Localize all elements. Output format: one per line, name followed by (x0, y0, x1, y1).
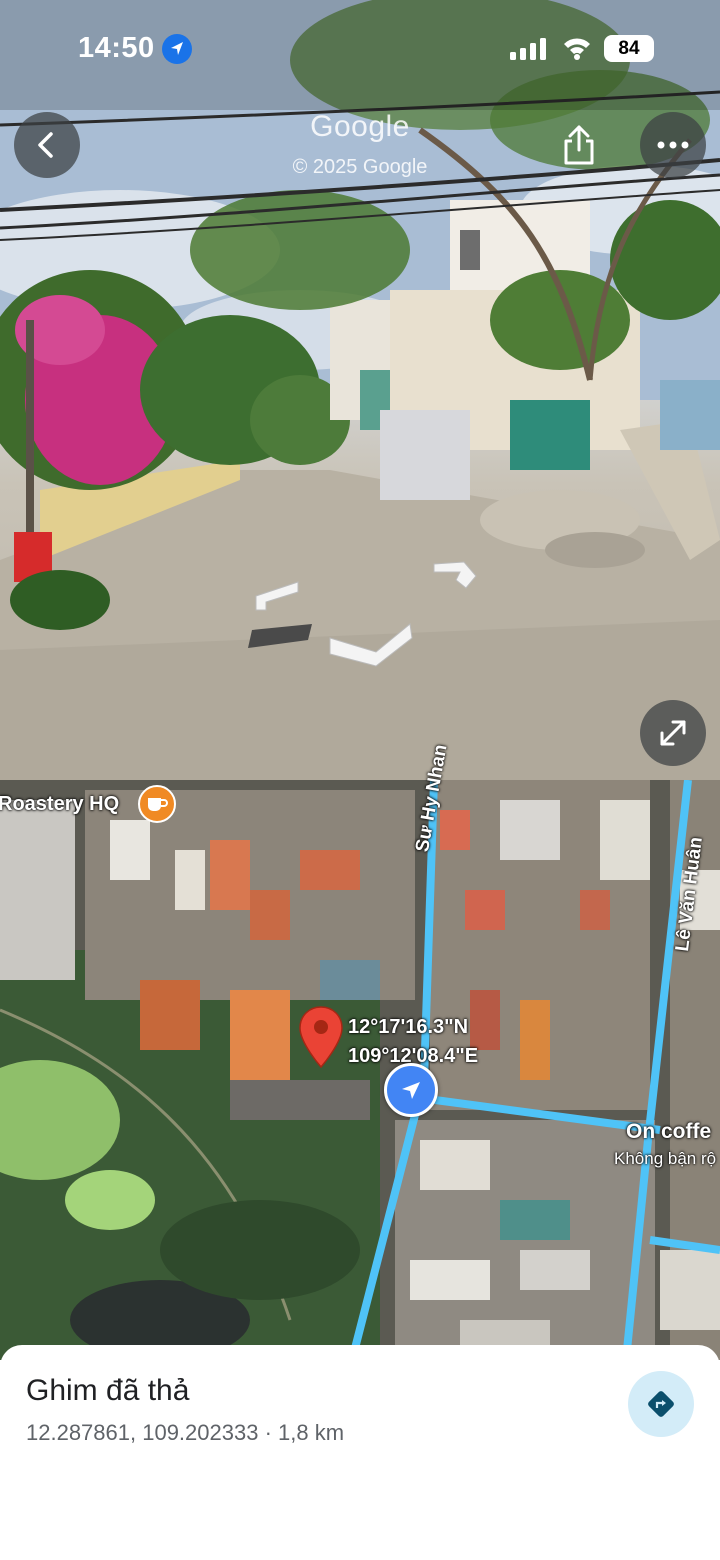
status-bar: 14:50 84 (0, 0, 720, 100)
more-options-button[interactable] (640, 112, 706, 178)
satellite-map[interactable] (0, 780, 720, 1360)
directions-icon (648, 1391, 674, 1417)
nav-arrow-back[interactable] (326, 618, 416, 670)
share-icon (564, 125, 594, 165)
location-arrow-icon (162, 34, 192, 64)
coffee-cup-icon[interactable] (138, 785, 176, 823)
chevron-left-icon (38, 132, 53, 158)
directions-button[interactable] (628, 1371, 694, 1437)
status-time: 14:50 (78, 32, 155, 64)
poi-oncoffee-status: Không bận rộ (614, 1149, 717, 1168)
place-title: Ghim đã thả (26, 1374, 190, 1407)
place-coordinates-distance: 12.287861, 109.202333 · 1,8 km (26, 1420, 345, 1445)
battery-indicator: 84 (604, 35, 654, 62)
nav-arrow-left[interactable] (252, 578, 302, 614)
poi-oncoffee-label[interactable]: On coffe (626, 1120, 711, 1144)
navigation-arrow-icon (402, 1082, 420, 1099)
pin-latitude: 12°17'16.3"N (348, 1016, 469, 1038)
my-location-button[interactable] (384, 1063, 438, 1117)
expand-fullscreen-button[interactable] (640, 700, 706, 766)
wifi-icon (564, 38, 590, 60)
copyright-label: © 2025 Google (292, 156, 428, 178)
more-dots-icon (657, 141, 689, 149)
street-view-panorama[interactable]: Google © 2025 Google 14:50 84 (0, 0, 720, 780)
cellular-signal-icon (510, 38, 546, 60)
dropped-pin-icon[interactable] (298, 1005, 344, 1069)
poi-roastery-label[interactable]: Roastery HQ (0, 793, 119, 816)
back-button[interactable] (14, 112, 80, 178)
expand-icon (660, 720, 686, 746)
share-button[interactable] (552, 118, 606, 172)
google-watermark: Google (310, 110, 410, 143)
nav-arrow-right[interactable] (430, 558, 480, 594)
satellite-imagery (0, 780, 720, 1360)
